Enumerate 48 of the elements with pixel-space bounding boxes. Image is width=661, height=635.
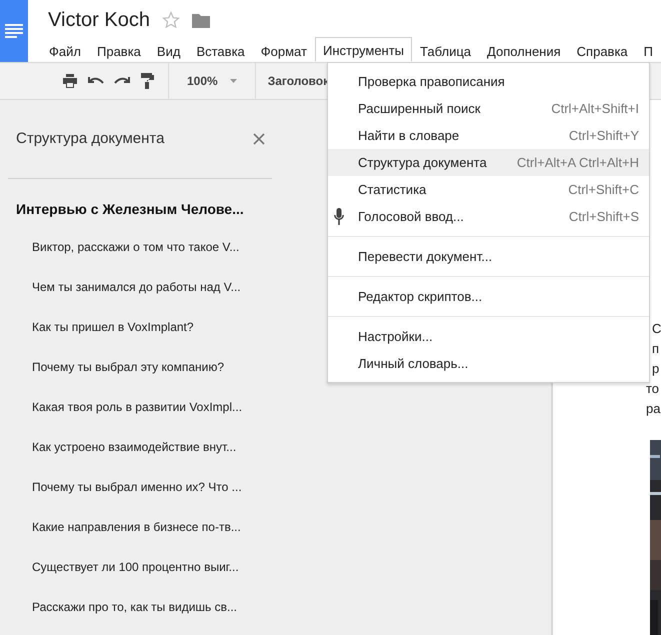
outline-item[interactable]: Почему ты выбрал эту компанию?: [32, 360, 224, 374]
outline-item[interactable]: Какие направления в бизнесе по-тв...: [32, 520, 241, 534]
menu-bar-item[interactable]: Дополнения: [479, 37, 569, 62]
document-text: ра: [646, 401, 661, 417]
menu-bar-item[interactable]: Инструменты: [314, 37, 412, 62]
outline-item[interactable]: Чем ты занимался до работы над V...: [32, 280, 241, 294]
document-title[interactable]: Victor Koch: [48, 5, 150, 35]
menu-item[interactable]: Проверка правописания: [328, 68, 649, 95]
menu-bar-item[interactable]: Файл: [41, 37, 89, 62]
menu-item[interactable]: Найти в словаре Ctrl+Shift+Y: [328, 122, 649, 149]
menu-bar-item[interactable]: П: [636, 37, 661, 62]
document-text: С: [652, 321, 661, 337]
undo-icon[interactable]: [88, 76, 104, 86]
menu-item[interactable]: Перевести документ...: [328, 243, 649, 270]
outline-item[interactable]: Как устроено взаимодействие внут...: [32, 440, 236, 454]
menu-item[interactable]: Структура документа Ctrl+Alt+A Ctrl+Alt+H: [328, 149, 649, 176]
microphone-icon: [334, 208, 344, 225]
star-icon[interactable]: [162, 11, 180, 29]
menu-item[interactable]: Расширенный поиск Ctrl+Alt+Shift+I: [328, 95, 649, 122]
menu-bar-item[interactable]: Правка: [89, 37, 149, 62]
menu-bar-item[interactable]: Вставка: [188, 37, 253, 62]
close-icon[interactable]: [253, 133, 265, 146]
document-text: п: [652, 341, 660, 357]
caret-icon: [230, 79, 237, 83]
document-text: то: [646, 381, 660, 397]
document-text: р: [652, 361, 660, 377]
outline-item[interactable]: Почему ты выбрал именно их? Что ...: [32, 480, 242, 494]
menu-item[interactable]: Личный словарь...: [328, 350, 649, 377]
zoom-dropdown[interactable]: 100%: [169, 63, 256, 99]
menu-bar-item[interactable]: Справка: [568, 37, 636, 62]
menu-item[interactable]: Голосовой ввод... Ctrl+Shift+S: [328, 203, 649, 230]
menu-bar-item[interactable]: Формат: [252, 37, 315, 62]
docs-logo-icon[interactable]: [0, 0, 28, 62]
menu-bar-item[interactable]: Таблица: [412, 37, 480, 62]
outline-item[interactable]: Существует ли 100 процентно выиг...: [32, 560, 239, 574]
outline-item[interactable]: Как ты пришел в VoxImplant?: [32, 320, 194, 334]
menu-item[interactable]: Редактор скриптов...: [328, 283, 649, 310]
folder-icon[interactable]: [192, 12, 210, 28]
redo-icon[interactable]: [114, 76, 130, 86]
menu-item[interactable]: Настройки...: [328, 323, 649, 350]
panel-title: Структура документа: [16, 128, 164, 149]
menu-item[interactable]: Статистика Ctrl+Shift+C: [328, 176, 649, 203]
outline-item[interactable]: Виктор, расскажи о том что такое V...: [32, 240, 240, 254]
print-icon[interactable]: [62, 74, 78, 88]
menu-bar-item[interactable]: Вид: [148, 37, 188, 62]
paint-roller-icon[interactable]: [140, 73, 154, 89]
outline-item[interactable]: Какая твоя роль в развитии VoxImpl...: [32, 400, 242, 414]
outline-item[interactable]: Расскажи про то, как ты видишь св...: [32, 600, 238, 614]
